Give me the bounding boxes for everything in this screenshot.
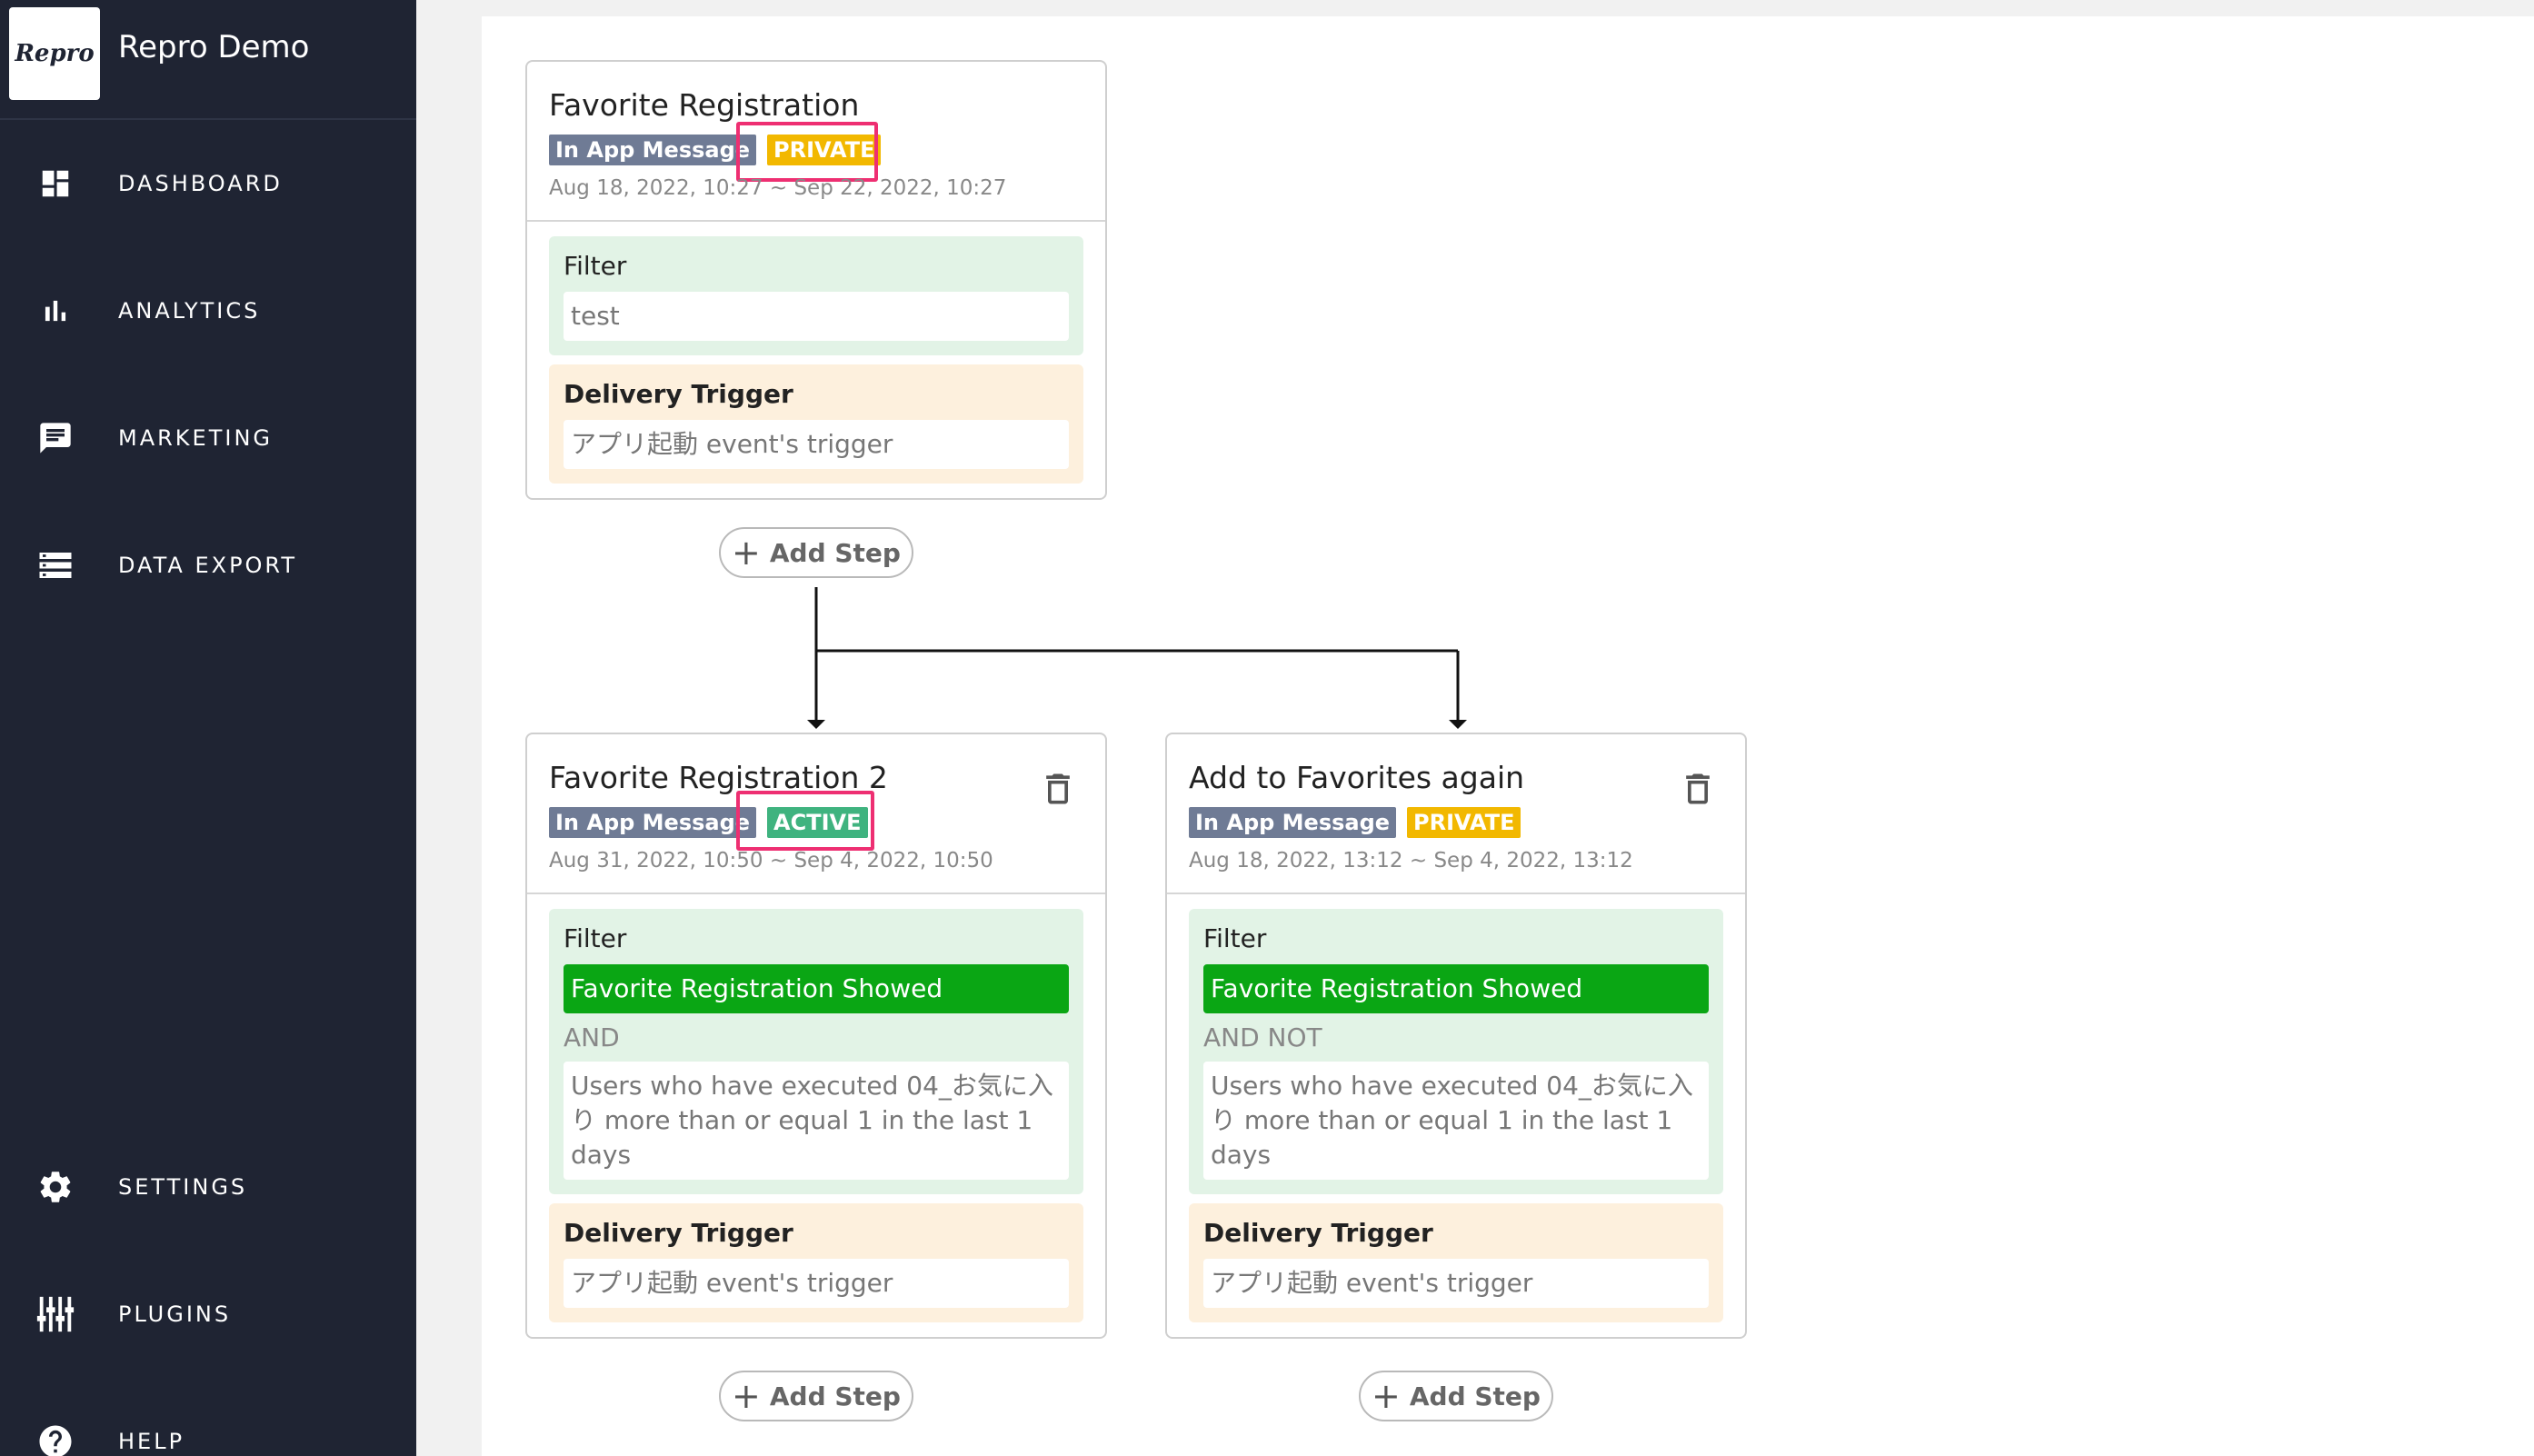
segment-condition: Users who have executed 04_お気に入り more th… [564, 1062, 1069, 1180]
trigger-value: アプリ起動 event's trigger [564, 420, 1069, 469]
segment-condition: Users who have executed 04_お気に入り more th… [1203, 1062, 1709, 1180]
help-icon [35, 1421, 76, 1456]
nav-item-data-export[interactable]: DATA EXPORT [0, 520, 416, 611]
nav-label-plugins: PLUGINS [118, 1301, 232, 1327]
gear-icon [35, 1166, 76, 1208]
logic-operator: AND NOT [1203, 1022, 1322, 1052]
nav-label-settings: SETTINGS [118, 1174, 248, 1200]
add-step-label: Add Step [1409, 1381, 1541, 1411]
nav-item-analytics[interactable]: ANALYTICS [0, 265, 416, 356]
nav-label-data-export: DATA EXPORT [118, 553, 298, 578]
trigger-label: Delivery Trigger [564, 379, 793, 409]
nav-label-analytics: ANALYTICS [118, 298, 261, 324]
flow-canvas: Favorite Registration In App Message PRI… [482, 16, 2534, 1456]
trigger-label: Delivery Trigger [564, 1218, 793, 1248]
delivery-trigger-section[interactable]: Delivery Trigger アプリ起動 event's trigger [549, 364, 1083, 484]
plus-icon: + [1372, 1376, 1401, 1416]
filter-label: Filter [564, 923, 627, 953]
arrow-head-right [1449, 720, 1467, 729]
filter-label: Filter [1203, 923, 1267, 953]
add-step-label: Add Step [769, 537, 901, 568]
schedule-dates: Aug 31, 2022, 10:50 ~ Sep 4, 2022, 10:50 [549, 849, 993, 873]
delete-button[interactable] [1678, 769, 1718, 809]
arrow-head-left [807, 720, 825, 729]
message-type-badge: In App Message [549, 135, 757, 165]
delivery-trigger-section[interactable]: Delivery Trigger アプリ起動 event's trigger [549, 1203, 1083, 1322]
message-card[interactable]: Favorite Registration 2 In App Message A… [525, 733, 1107, 1339]
tag-row: In App Message PRIVATE [1189, 807, 1521, 838]
filter-value: test [564, 292, 1069, 341]
nav-label-dashboard: DASHBOARD [118, 171, 283, 196]
dashboard-icon [35, 163, 76, 204]
filter-label: Filter [564, 251, 627, 281]
event-chip: Favorite Registration Showed [564, 964, 1069, 1013]
add-step-button[interactable]: + Add Step [719, 1371, 913, 1421]
card-title[interactable]: Add to Favorites again [1189, 760, 1524, 795]
delivery-trigger-section[interactable]: Delivery Trigger アプリ起動 event's trigger [1189, 1203, 1723, 1322]
status-highlight-box [736, 791, 874, 851]
nav-label-help: HELP [118, 1429, 185, 1454]
message-type-badge: In App Message [549, 807, 757, 838]
add-step-label: Add Step [769, 1381, 901, 1411]
app-name[interactable]: Repro Demo [118, 29, 309, 65]
nav-item-plugins[interactable]: PLUGINS [0, 1269, 416, 1360]
trigger-value: アプリ起動 event's trigger [1203, 1259, 1709, 1308]
nav-item-marketing[interactable]: MARKETING [0, 393, 416, 484]
chat-icon [35, 417, 76, 459]
add-step-button[interactable]: + Add Step [719, 527, 913, 578]
list-icon [35, 544, 76, 586]
repro-logo[interactable]: Repro [9, 7, 100, 100]
card-body: Filter Favorite Registration Showed AND … [1167, 894, 1745, 1337]
add-step-button[interactable]: + Add Step [1359, 1371, 1553, 1421]
card-title[interactable]: Favorite Registration [549, 87, 859, 123]
filter-section[interactable]: Filter test [549, 236, 1083, 355]
nav-item-settings[interactable]: SETTINGS [0, 1142, 416, 1232]
delete-button[interactable] [1038, 769, 1078, 809]
plus-icon: + [732, 1376, 761, 1416]
status-badge: PRIVATE [1407, 807, 1521, 838]
trigger-value: アプリ起動 event's trigger [564, 1259, 1069, 1308]
logic-operator: AND [564, 1022, 620, 1052]
card-body: Filter test Delivery Trigger アプリ起動 event… [527, 222, 1105, 498]
schedule-dates: Aug 18, 2022, 13:12 ~ Sep 4, 2022, 13:12 [1189, 849, 1633, 873]
nav-label-marketing: MARKETING [118, 425, 273, 451]
trash-icon [1046, 773, 1070, 804]
nav-item-dashboard[interactable]: DASHBOARD [0, 138, 416, 229]
card-header: Add to Favorites again In App Message PR… [1167, 734, 1745, 894]
brand-header: Repro Repro Demo [0, 0, 416, 120]
message-card[interactable]: Favorite Registration In App Message PRI… [525, 60, 1107, 500]
plus-icon: + [732, 533, 761, 573]
card-body: Filter Favorite Registration Showed AND … [527, 894, 1105, 1337]
nav-item-help[interactable]: HELP [0, 1396, 416, 1456]
card-header: Favorite Registration 2 In App Message A… [527, 734, 1105, 894]
card-header: Favorite Registration In App Message PRI… [527, 62, 1105, 222]
event-chip: Favorite Registration Showed [1203, 964, 1709, 1013]
message-type-badge: In App Message [1189, 807, 1397, 838]
filter-section[interactable]: Filter Favorite Registration Showed AND … [549, 909, 1083, 1194]
status-highlight-box [736, 122, 878, 182]
trash-icon [1686, 773, 1710, 804]
filter-section[interactable]: Filter Favorite Registration Showed AND … [1189, 909, 1723, 1194]
message-card[interactable]: Add to Favorites again In App Message PR… [1165, 733, 1747, 1339]
schedule-dates: Aug 18, 2022, 10:27 ~ Sep 22, 2022, 10:2… [549, 176, 1007, 200]
sidebar: Repro Repro Demo DASHBOARD ANALYTICS MAR… [0, 0, 416, 1456]
bar-chart-icon [35, 290, 76, 332]
sliders-icon [35, 1293, 76, 1335]
trigger-label: Delivery Trigger [1203, 1218, 1433, 1248]
